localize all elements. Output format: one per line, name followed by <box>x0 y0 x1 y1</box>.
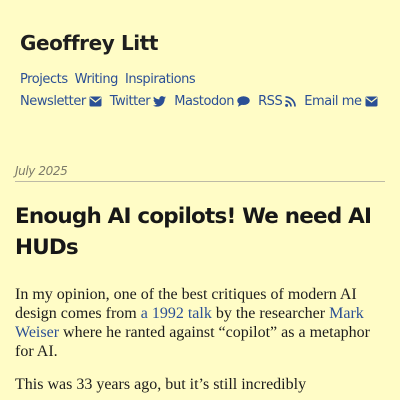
nav-email-me[interactable]: Email me <box>304 94 378 109</box>
nav-projects[interactable]: Projects <box>20 72 68 87</box>
rss-icon <box>285 96 297 107</box>
divider <box>15 181 385 182</box>
nav-twitter-label: Twitter <box>109 94 151 109</box>
nav-twitter[interactable]: Twitter <box>109 94 167 109</box>
nav-rss[interactable]: RSS <box>258 94 297 109</box>
envelope-icon <box>365 96 378 107</box>
nav-newsletter-label: Newsletter <box>20 94 86 109</box>
nav-writing[interactable]: Writing <box>75 72 119 87</box>
nav-rss-label: RSS <box>258 94 283 109</box>
page: Geoffrey Litt Projects Writing Inspirati… <box>0 0 400 400</box>
post-date: July 2025 <box>15 164 68 178</box>
nav-mastodon-label: Mastodon <box>174 94 235 109</box>
paragraph-1-text-b: by the researcher <box>211 305 330 322</box>
primary-nav: Projects Writing Inspirations <box>20 72 196 87</box>
site-title[interactable]: Geoffrey Litt <box>20 31 158 55</box>
link-1992-talk[interactable]: a 1992 talk <box>141 305 212 322</box>
paragraph-2: This was 33 years ago, but it’s still in… <box>15 376 307 393</box>
nav-newsletter[interactable]: Newsletter <box>20 94 102 109</box>
social-nav: Newsletter Twitter Mastodon RSS Email me <box>20 94 378 109</box>
speech-bubble-icon <box>237 96 250 107</box>
paragraph-1-text-c: where he ranted against “copilot” as a m… <box>15 324 371 360</box>
post-body: In my opinion, one of the best critiques… <box>15 285 387 400</box>
twitter-bird-icon <box>153 96 167 107</box>
nav-mastodon[interactable]: Mastodon <box>174 94 250 109</box>
nav-email-me-label: Email me <box>304 94 362 109</box>
envelope-icon <box>89 96 102 107</box>
nav-inspirations[interactable]: Inspirations <box>125 72 196 87</box>
paragraph-1: In my opinion, one of the best critiques… <box>15 285 387 361</box>
post-title: Enough AI copilots! We need AI HUDs <box>15 204 372 260</box>
